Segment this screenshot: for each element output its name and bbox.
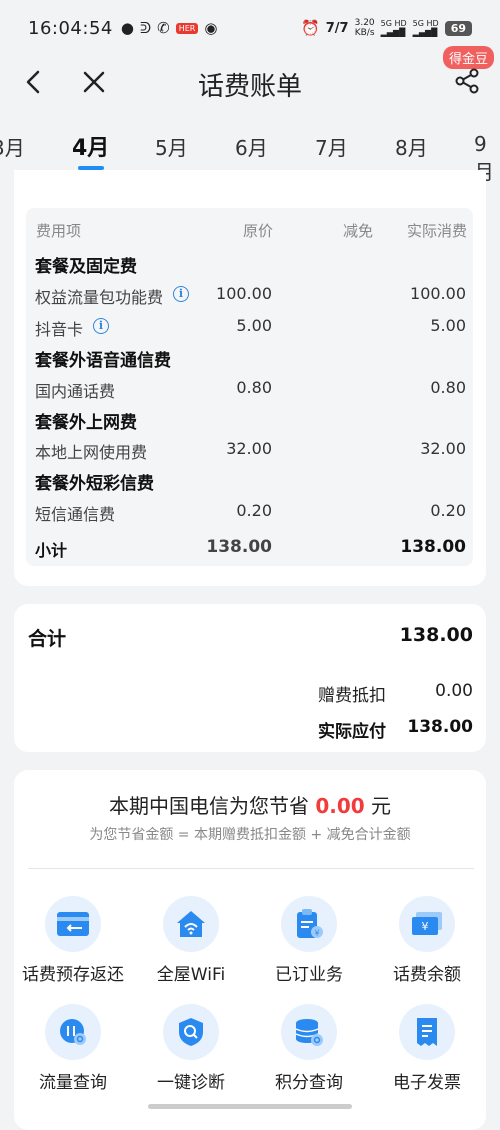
savings-title: 本期中国电信为您节省 0.00 元 bbox=[108, 794, 392, 818]
row-name: 国内通话费 bbox=[35, 382, 116, 401]
row-actual: 0.20 bbox=[430, 501, 466, 520]
section-title: 套餐及固定费 bbox=[35, 257, 137, 277]
payable-value: 138.00 bbox=[407, 717, 473, 737]
row-name: 抖音卡 bbox=[35, 320, 84, 339]
service-diagnose[interactable]: 一键诊断 bbox=[131, 1004, 251, 1093]
home-wifi-icon bbox=[163, 896, 219, 952]
row-actual: 32.00 bbox=[420, 439, 466, 458]
service-points[interactable]: 积分查询 bbox=[249, 1004, 369, 1093]
row-name: 权益流量包功能费 bbox=[35, 288, 164, 307]
section-title: 套餐外语音通信费 bbox=[35, 351, 171, 371]
app-badge-icon: HER bbox=[175, 22, 199, 34]
clipboard-icon: ¥ bbox=[281, 896, 337, 952]
status-time: 16:04:54 bbox=[28, 17, 113, 39]
signal-bars-icon: ▂▄▆█ bbox=[412, 28, 438, 37]
tab-month-7[interactable]: 7月 bbox=[315, 132, 348, 161]
net-speed: 3.20 KB/s bbox=[354, 18, 375, 38]
total-value: 138.00 bbox=[399, 624, 473, 646]
tab-month-8[interactable]: 8月 bbox=[395, 132, 428, 161]
alarm-icon: ⏰ bbox=[301, 19, 320, 37]
signal-1: 5G HD ▂▄▆█ bbox=[380, 19, 407, 37]
divider bbox=[28, 868, 474, 869]
data-query-icon bbox=[45, 1004, 101, 1060]
status-bar: 16:04:54 ● ᕲ ✆ HER ◉ ⏰ 7/7 3.20 KB/s 5G … bbox=[0, 0, 500, 56]
svg-text:¥: ¥ bbox=[314, 929, 319, 938]
gift-deduct-value: 0.00 bbox=[435, 681, 473, 701]
subtotal-label: 小计 bbox=[35, 541, 68, 560]
service-home-wifi[interactable]: 全屋WiFi bbox=[131, 896, 251, 985]
row-actual: 5.00 bbox=[430, 316, 466, 335]
header-actual: 实际消费 bbox=[407, 222, 468, 240]
share-icon[interactable] bbox=[452, 66, 482, 96]
row-actual: 0.80 bbox=[430, 378, 466, 397]
service-subscribed[interactable]: ¥ 已订业务 bbox=[249, 896, 369, 985]
row-original: 5.00 bbox=[236, 316, 272, 335]
nav-bar: 话费账单 得金豆 bbox=[0, 46, 500, 112]
subtotal-actual: 138.00 bbox=[400, 537, 466, 557]
nfc-icon: 7/7 bbox=[325, 20, 349, 36]
phone-icon: ✆ bbox=[157, 19, 170, 37]
signal-2: 5G HD ▂▄▆█ bbox=[412, 19, 439, 37]
row-name: 短信通信费 bbox=[35, 505, 116, 524]
info-icon[interactable]: i bbox=[93, 318, 109, 334]
signal-bars-icon: ▂▄▆█ bbox=[380, 28, 406, 37]
row-name: 本地上网使用费 bbox=[35, 443, 148, 462]
total-label: 合计 bbox=[28, 628, 67, 650]
service-balance[interactable]: ¥ 话费余额 bbox=[367, 896, 487, 985]
balance-icon: ¥ bbox=[399, 896, 455, 952]
payable-label: 实际应付 bbox=[318, 722, 386, 742]
tab-month-4[interactable]: 4月 bbox=[72, 130, 109, 162]
battery-icon: 69 bbox=[444, 20, 472, 36]
header-discount: 减免 bbox=[343, 222, 374, 240]
tab-month-5[interactable]: 5月 bbox=[155, 132, 188, 161]
month-tabs: 3月 4月 5月 6月 7月 8月 9月 bbox=[0, 118, 500, 184]
row-actual: 100.00 bbox=[410, 284, 466, 303]
card-return-icon bbox=[45, 896, 101, 952]
tab-month-6[interactable]: 6月 bbox=[235, 132, 268, 161]
info-icon[interactable]: i bbox=[173, 286, 189, 302]
weibo-icon: ◉ bbox=[204, 19, 218, 37]
row-original: 100.00 bbox=[216, 284, 272, 303]
service-prestore-return[interactable]: 话费预存返还 bbox=[13, 896, 133, 985]
row-original: 0.20 bbox=[236, 501, 272, 520]
row-original: 0.80 bbox=[236, 378, 272, 397]
page-title: 话费账单 bbox=[197, 72, 302, 102]
points-icon bbox=[281, 1004, 337, 1060]
invoice-icon bbox=[399, 1004, 455, 1060]
section-title: 套餐外上网费 bbox=[35, 413, 137, 433]
header-original: 原价 bbox=[243, 222, 274, 240]
tab-month-3[interactable]: 3月 bbox=[0, 132, 25, 161]
header-item: 费用项 bbox=[36, 222, 82, 240]
home-indicator bbox=[148, 1104, 352, 1109]
subtotal-original: 138.00 bbox=[206, 537, 272, 557]
share-area[interactable]: 得金豆 bbox=[440, 46, 500, 112]
savings-amount: 0.00 bbox=[315, 794, 365, 818]
chat-icon: ● bbox=[120, 19, 134, 37]
gift-deduct-label: 赠费抵扣 bbox=[318, 686, 386, 706]
savings-formula: 为您节省金额 = 本期赠费抵扣金额 + 减免合计金额 bbox=[89, 827, 411, 843]
svg-text:¥: ¥ bbox=[422, 920, 429, 933]
service-invoice[interactable]: 电子发票 bbox=[367, 1004, 487, 1093]
service-data-query[interactable]: 流量查询 bbox=[13, 1004, 133, 1093]
diagnose-icon bbox=[163, 1004, 219, 1060]
row-original: 32.00 bbox=[226, 439, 272, 458]
signal-app-icon: ᕲ bbox=[139, 19, 152, 37]
section-title: 套餐外短彩信费 bbox=[35, 474, 154, 494]
